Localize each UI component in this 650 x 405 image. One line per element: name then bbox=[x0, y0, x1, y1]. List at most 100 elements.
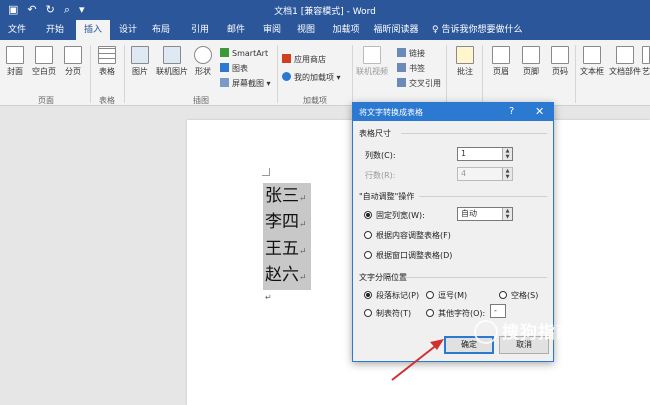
fixed-width-label: 固定列宽(W): bbox=[376, 211, 425, 220]
rows-spinner: 4 ▲ ▼ bbox=[457, 167, 513, 181]
sep-comma-radio[interactable] bbox=[426, 291, 434, 299]
blank-page-icon bbox=[35, 46, 53, 64]
link-icon bbox=[397, 48, 406, 57]
divider bbox=[419, 196, 547, 197]
fit-content-radio[interactable] bbox=[364, 231, 372, 239]
tab-mailings[interactable]: 邮件 bbox=[222, 20, 250, 40]
divider bbox=[277, 45, 278, 103]
bookmark-button[interactable]: 书签 bbox=[397, 63, 425, 74]
spinner-arrows-icon[interactable]: ▲ ▼ bbox=[502, 208, 512, 220]
online-picture-icon bbox=[163, 46, 181, 64]
window-title: 文档1 [兼容模式] - Word bbox=[274, 7, 376, 17]
chart-icon bbox=[220, 63, 229, 72]
header-icon bbox=[492, 46, 510, 64]
divider bbox=[405, 277, 547, 278]
ribbon-tabs: 文件 开始 插入 设计 布局 引用 邮件 审阅 视图 加载项 福昕阅读器 ♀ 告… bbox=[0, 20, 650, 40]
sep-space-radio[interactable] bbox=[499, 291, 507, 299]
footer-icon bbox=[522, 46, 540, 64]
spinner-arrows-icon: ▲ ▼ bbox=[502, 168, 512, 180]
fixed-width-radio[interactable] bbox=[364, 211, 372, 219]
smartart-icon bbox=[220, 48, 229, 57]
tab-layout[interactable]: 布局 bbox=[147, 20, 175, 40]
dialog-title-bar[interactable]: 将文字转换成表格 ? ✕ bbox=[353, 103, 553, 121]
fixed-width-spinner[interactable]: 自动 ▲ ▼ bbox=[457, 207, 513, 221]
fit-window-radio[interactable] bbox=[364, 251, 372, 259]
divider bbox=[482, 45, 483, 103]
my-addins-button[interactable]: 我的加载项 ▾ bbox=[282, 72, 341, 83]
close-button[interactable]: ✕ bbox=[535, 105, 544, 118]
smartart-button[interactable]: SmartArt bbox=[220, 48, 268, 58]
tab-file[interactable]: 文件 bbox=[4, 20, 30, 40]
sep-paragraph-label: 段落标记(P) bbox=[376, 291, 420, 300]
sep-other-radio[interactable] bbox=[426, 309, 434, 317]
group-addins: 加载项 bbox=[303, 96, 327, 105]
sep-paragraph-radio[interactable] bbox=[364, 291, 372, 299]
store-button[interactable]: 应用商店 bbox=[282, 54, 326, 65]
tab-view[interactable]: 视图 bbox=[292, 20, 320, 40]
tab-review[interactable]: 审阅 bbox=[258, 20, 286, 40]
tell-me-search[interactable]: ♀ 告诉我你想要做什么 bbox=[432, 20, 522, 40]
group-tables: 表格 bbox=[99, 96, 115, 105]
margin-corner-mark bbox=[262, 168, 270, 176]
divider bbox=[401, 133, 547, 134]
bookmark-icon bbox=[397, 63, 406, 72]
online-video-button[interactable]: 联机视频 bbox=[354, 46, 390, 77]
sep-tab-label: 制表符(T) bbox=[376, 309, 412, 318]
docparts-button[interactable]: 文档部件 bbox=[608, 46, 642, 77]
sep-space-label: 空格(S) bbox=[511, 291, 539, 300]
divider bbox=[90, 45, 91, 103]
sep-tab-radio[interactable] bbox=[364, 309, 372, 317]
screenshot-icon bbox=[220, 78, 229, 87]
tab-design[interactable]: 设计 bbox=[114, 20, 142, 40]
doc-line[interactable]: 李四↵ bbox=[265, 210, 307, 237]
watermark-url: zhinan.sogou.com bbox=[478, 388, 570, 399]
cover-button[interactable]: 封面 bbox=[4, 46, 26, 77]
dialog-title: 将文字转换成表格 bbox=[359, 108, 423, 117]
online-picture-button[interactable]: 联机图片 bbox=[156, 46, 188, 77]
section-table-size: 表格尺寸 bbox=[359, 129, 391, 138]
watermark-logo-icon bbox=[474, 320, 498, 344]
tab-references[interactable]: 引用 bbox=[186, 20, 214, 40]
addins-icon bbox=[282, 72, 291, 81]
chart-button[interactable]: 图表 bbox=[220, 63, 248, 74]
comment-button[interactable]: 批注 bbox=[452, 46, 478, 77]
table-button[interactable]: 表格 bbox=[95, 46, 119, 77]
tab-insert[interactable]: 插入 bbox=[76, 20, 110, 40]
tab-addins[interactable]: 加载项 bbox=[328, 20, 364, 40]
empty-paragraph-mark: ↵ bbox=[265, 293, 272, 302]
divider bbox=[352, 45, 353, 103]
footer-button[interactable]: 页脚 bbox=[518, 46, 544, 77]
link-button[interactable]: 链接 bbox=[397, 48, 425, 59]
fit-window-label: 根据窗口调整表格(D) bbox=[376, 251, 453, 260]
table-icon bbox=[98, 46, 116, 64]
group-illustrations: 插图 bbox=[193, 96, 209, 105]
shapes-button[interactable]: 形状 bbox=[192, 46, 214, 77]
shapes-icon bbox=[194, 46, 212, 64]
header-button[interactable]: 页眉 bbox=[488, 46, 514, 77]
crossref-icon bbox=[397, 78, 406, 87]
wordart-button[interactable]: 艺 bbox=[642, 46, 650, 77]
title-bar: ▣ ↶ ↻ ⌕ ▾ 文档1 [兼容模式] - Word bbox=[0, 0, 650, 20]
section-separator: 文字分隔位置 bbox=[359, 273, 407, 282]
blank-page-button[interactable]: 空白页 bbox=[30, 46, 58, 77]
doc-line[interactable]: 赵六↵ bbox=[265, 263, 307, 290]
doc-line[interactable]: 王五↵ bbox=[265, 237, 307, 264]
tab-foxit[interactable]: 福昕阅读器 bbox=[370, 20, 422, 40]
store-icon bbox=[282, 54, 291, 63]
tab-home[interactable]: 开始 bbox=[40, 20, 70, 40]
spinner-arrows-icon[interactable]: ▲ ▼ bbox=[502, 148, 512, 160]
sep-other-input[interactable]: - bbox=[490, 304, 506, 318]
page-break-button[interactable]: 分页 bbox=[62, 46, 84, 77]
picture-button[interactable]: 图片 bbox=[129, 46, 151, 77]
textbox-button[interactable]: 文本框 bbox=[578, 46, 606, 77]
sep-comma-label: 逗号(M) bbox=[438, 291, 468, 300]
picture-icon bbox=[131, 46, 149, 64]
page-break-icon bbox=[64, 46, 82, 64]
doc-line[interactable]: 张三↵ bbox=[265, 184, 307, 211]
screenshot-button[interactable]: 屏幕截图 ▾ bbox=[220, 78, 271, 89]
columns-spinner[interactable]: 1 ▲ ▼ bbox=[457, 147, 513, 161]
crossref-button[interactable]: 交叉引用 bbox=[397, 78, 441, 89]
help-button[interactable]: ? bbox=[509, 106, 514, 117]
columns-label: 列数(C): bbox=[365, 151, 396, 160]
page-number-button[interactable]: 页码 bbox=[548, 46, 572, 77]
